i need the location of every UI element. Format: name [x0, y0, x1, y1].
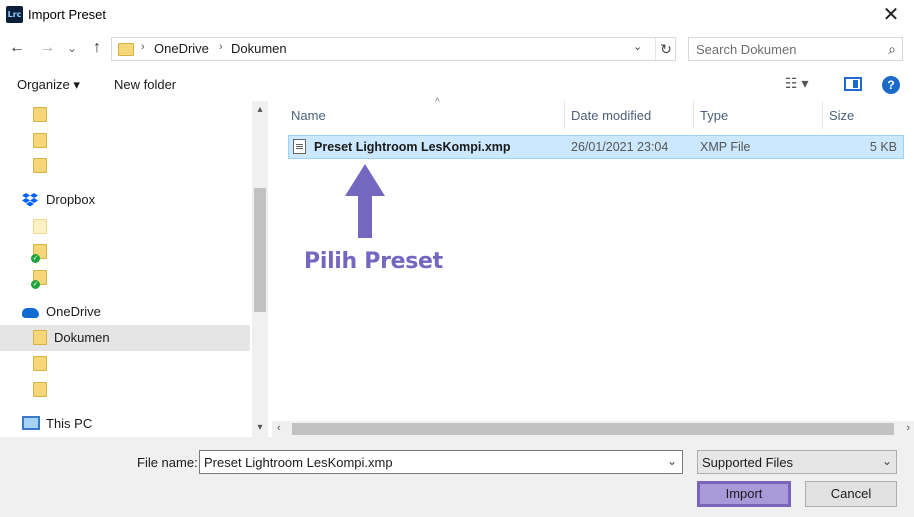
nav-item-dokumen[interactable]: Dokumen [0, 325, 250, 351]
file-row[interactable]: Preset Lightroom LesKompi.xmp 26/01/2021… [288, 135, 904, 159]
refresh-icon[interactable]: ↻ [655, 38, 676, 60]
nav-item-label: This PC [46, 416, 93, 431]
column-header-name[interactable]: Name ^ [285, 97, 565, 129]
file-size-cell: 5 KB [869, 140, 897, 154]
folder-icon [33, 330, 47, 345]
cancel-button[interactable]: Cancel [805, 481, 897, 507]
nav-folder-item[interactable] [0, 102, 250, 128]
folder-icon [118, 43, 134, 56]
breadcrumb-dokumen[interactable]: Dokumen [231, 41, 287, 56]
folder-icon [33, 219, 47, 234]
view-options-icon[interactable]: ☷ ▾ [785, 75, 808, 92]
nav-folder-item[interactable]: ✓ [0, 240, 250, 266]
dropbox-icon [22, 193, 38, 207]
scrollbar-thumb[interactable] [292, 423, 894, 435]
file-type-select[interactable]: Supported Files ⌄ [697, 450, 897, 474]
document-icon [293, 139, 306, 154]
dialog-footer: File name: Preset Lightroom LesKompi.xmp… [0, 437, 914, 517]
folder-icon [33, 356, 47, 371]
file-type-value: Supported Files [702, 455, 794, 470]
nav-folder-item[interactable]: ✓ [0, 266, 250, 292]
scroll-right-icon[interactable]: › [906, 422, 910, 434]
address-bar[interactable]: › OneDrive › Dokumen ⌄ ↻ [111, 37, 676, 61]
file-name-cell: Preset Lightroom LesKompi.xmp [314, 140, 511, 154]
scroll-left-icon[interactable]: ‹ [277, 422, 281, 434]
navigation-bar: ← → ⌄ ↑ › OneDrive › Dokumen ⌄ ↻ Search … [0, 30, 914, 68]
scrollbar-thumb[interactable] [254, 188, 266, 312]
column-header-type[interactable]: Type [694, 101, 823, 129]
forward-arrow-icon[interactable]: → [38, 38, 56, 58]
scroll-down-icon[interactable]: ▾ [254, 421, 266, 435]
file-date-cell: 26/01/2021 23:04 [571, 140, 669, 154]
command-toolbar: Organize ▾ New folder ☷ ▾ ? [0, 68, 914, 101]
chevron-right-icon: › [141, 41, 145, 53]
organize-button[interactable]: Organize ▾ [17, 77, 80, 93]
sync-check-icon: ✓ [31, 280, 40, 289]
back-arrow-icon[interactable]: ← [8, 38, 26, 58]
close-icon[interactable]: ✕ [878, 2, 904, 28]
chevron-down-icon[interactable]: ⌄ [633, 40, 642, 53]
nav-item-onedrive[interactable]: OneDrive [0, 299, 250, 325]
column-header-size[interactable]: Size [823, 101, 914, 129]
window-title: Import Preset [28, 7, 107, 22]
folder-icon [33, 158, 47, 173]
nav-item-dropbox[interactable]: Dropbox [0, 187, 250, 213]
nav-folder-item[interactable] [0, 377, 250, 403]
search-icon[interactable]: ⌕ [888, 41, 896, 58]
nav-item-label: OneDrive [46, 304, 101, 319]
file-name-label: File name: [137, 455, 198, 470]
nav-folder-item[interactable] [0, 214, 250, 240]
column-header-date[interactable]: Date modified [565, 101, 694, 129]
annotation-arrow-up-icon [345, 164, 385, 238]
scroll-up-icon[interactable]: ▴ [254, 103, 266, 117]
search-input[interactable]: Search Dokumen [696, 42, 796, 57]
computer-icon [22, 416, 40, 430]
lightroom-app-icon: Lrc [6, 6, 23, 23]
nav-vertical-scrollbar[interactable]: ▴ ▾ [252, 101, 268, 437]
nav-folder-item[interactable] [0, 128, 250, 154]
folder-icon [33, 382, 47, 397]
chevron-down-icon: ⌄ [882, 454, 893, 468]
new-folder-button[interactable]: New folder [114, 77, 176, 92]
annotation-label: Pilih Preset [304, 249, 443, 274]
nav-folder-item[interactable] [0, 351, 250, 377]
breadcrumb-onedrive[interactable]: OneDrive [154, 41, 209, 56]
navigation-pane: Dropbox ✓ ✓ OneDrive Dokumen This PC ▴ ▾ [0, 101, 268, 437]
help-icon[interactable]: ? [882, 76, 900, 94]
file-horizontal-scrollbar[interactable]: ‹ › [272, 421, 914, 437]
sort-ascending-icon: ^ [435, 97, 440, 108]
chevron-down-icon[interactable]: ⌄ [667, 454, 677, 468]
file-type-cell: XMP File [700, 140, 751, 154]
sync-check-icon: ✓ [31, 254, 40, 263]
up-arrow-icon[interactable]: ↑ [88, 38, 106, 58]
file-name-value: Preset Lightroom LesKompi.xmp [204, 455, 393, 470]
folder-icon [33, 107, 47, 122]
folder-icon [33, 133, 47, 148]
file-list-pane: Name ^ Date modified Type Size Preset Li… [270, 97, 914, 437]
nav-item-this-pc[interactable]: This PC [0, 411, 250, 437]
nav-folder-item[interactable] [0, 153, 250, 179]
search-box[interactable]: Search Dokumen ⌕ [688, 37, 903, 61]
nav-item-label: Dokumen [54, 330, 110, 345]
chevron-right-icon: › [219, 41, 223, 53]
preview-pane-icon[interactable] [844, 77, 862, 91]
recent-locations-icon[interactable]: ⌄ [63, 38, 81, 58]
onedrive-cloud-icon [22, 308, 39, 318]
file-name-field[interactable]: Preset Lightroom LesKompi.xmp ⌄ [199, 450, 683, 474]
title-bar: Lrc Import Preset ✕ [0, 0, 914, 30]
import-button[interactable]: Import [697, 481, 791, 507]
nav-item-label: Dropbox [46, 192, 96, 207]
